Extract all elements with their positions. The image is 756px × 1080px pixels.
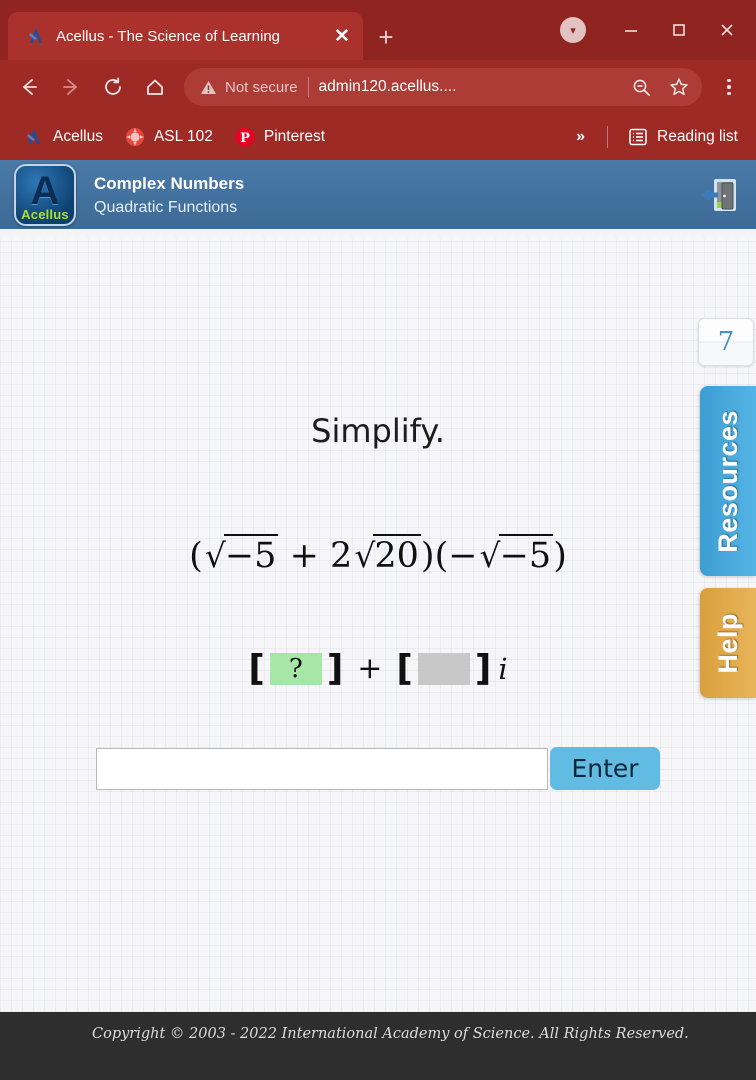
expr-sqrt-2: √20: [352, 534, 421, 576]
expr-coefficient-2: 2: [330, 536, 353, 576]
answer-input[interactable]: [96, 747, 548, 790]
bookmarks-bar: Acellus ASL 102 P Pinterest » Reading li…: [0, 114, 756, 160]
real-part-slot[interactable]: ?: [269, 652, 322, 685]
expr-sign-3: −: [448, 536, 478, 576]
radical-sign: √: [204, 536, 226, 575]
imaginary-part-slot[interactable]: [417, 652, 470, 685]
bookmark-pinterest[interactable]: P Pinterest: [225, 122, 335, 152]
expr-close-paren: ): [420, 536, 435, 576]
help-tab[interactable]: Help: [700, 588, 756, 698]
bookmark-label: ASL 102: [153, 128, 213, 145]
course-subtitle: Quadratic Functions: [94, 198, 238, 216]
expr-open-paren: (: [189, 536, 203, 576]
forward-arrow-icon[interactable]: [52, 68, 90, 106]
radicand-2: 20: [373, 534, 421, 576]
question-area: Simplify. (√−5 + 2√20)(−√−5) [ ? ] + [ ]…: [0, 412, 756, 790]
zoom-out-icon[interactable]: [626, 72, 656, 102]
question-prompt: Simplify.: [311, 412, 445, 450]
answer-plus-sign: +: [357, 651, 383, 686]
expr-close-paren-2: ): [553, 536, 567, 576]
acellus-logo-wordmark: Acellus: [21, 207, 69, 222]
tab-title: Acellus - The Science of Learning: [56, 27, 281, 45]
bookmarks-overflow-button[interactable]: »: [564, 128, 597, 146]
math-expression: (√−5 + 2√20)(−√−5): [0, 534, 756, 576]
bookmarks-divider: [607, 126, 608, 148]
reading-list-icon: [628, 127, 648, 147]
page-footer: Copyright © 2003 - 2022 International Ac…: [0, 1012, 756, 1080]
expr-open-paren-2: (: [434, 536, 449, 576]
lesson-content: Simplify. (√−5 + 2√20)(−√−5) [ ? ] + [ ]…: [0, 230, 756, 1012]
browser-menu-icon[interactable]: [712, 68, 746, 106]
not-secure-warning-icon: [200, 80, 217, 95]
omnibox-divider: [307, 77, 309, 97]
radicand-3: −5: [498, 534, 554, 576]
answer-entry-row: Enter: [0, 747, 756, 790]
address-bar[interactable]: Not secure admin120.acellus....: [184, 68, 702, 106]
problem-counter: 7: [698, 318, 754, 366]
acellus-logo-icon: [26, 26, 46, 46]
back-arrow-icon[interactable]: [10, 68, 48, 106]
browser-tab[interactable]: Acellus - The Science of Learning ✕: [8, 12, 363, 60]
url-text[interactable]: admin120.acellus....: [319, 78, 618, 96]
close-window-button[interactable]: [704, 7, 750, 53]
torn-paper-edge: [0, 229, 756, 240]
resources-tab[interactable]: Resources: [700, 386, 756, 576]
reading-list-button[interactable]: Reading list: [618, 122, 748, 152]
exit-door-icon[interactable]: [698, 174, 740, 216]
download-indicator-icon[interactable]: ▾: [560, 17, 586, 43]
acellus-page: A Acellus Complex Numbers Quadratic Func…: [0, 160, 756, 1080]
radicand-1: −5: [223, 534, 279, 576]
imaginary-unit-label: i: [498, 651, 508, 686]
bookmark-acellus[interactable]: Acellus: [14, 122, 113, 152]
right-bracket: ]: [326, 648, 344, 689]
left-bracket: [: [248, 648, 265, 689]
lesson-title: Complex Numbers: [94, 173, 245, 193]
acellus-logo-icon: [24, 127, 44, 147]
answer-template: [ ? ] + [ ] i: [0, 648, 756, 689]
enter-button[interactable]: Enter: [550, 747, 660, 790]
new-tab-button[interactable]: +: [363, 24, 409, 50]
pinterest-icon: P: [235, 127, 255, 147]
home-icon[interactable]: [136, 68, 174, 106]
expr-operator: +: [289, 536, 319, 576]
reload-icon[interactable]: [94, 68, 132, 106]
bookmark-label: Acellus: [53, 128, 103, 145]
lesson-header-text: Complex Numbers Quadratic Functions: [94, 174, 244, 217]
lesson-header: A Acellus Complex Numbers Quadratic Func…: [0, 160, 756, 230]
copyright-text: Copyright © 2003 - 2022 International Ac…: [92, 1026, 689, 1042]
reading-list-label: Reading list: [657, 128, 738, 145]
radical-sign: √: [479, 536, 501, 575]
window-controls: ▾: [560, 0, 756, 60]
minimize-button[interactable]: [608, 7, 654, 53]
browser-chrome: Acellus - The Science of Learning ✕ + ▾: [0, 0, 756, 160]
maximize-button[interactable]: [656, 7, 702, 53]
bookmark-asl-102[interactable]: ASL 102: [115, 122, 223, 152]
side-rail: 7 Resources Help: [696, 318, 756, 698]
expr-sqrt-1: √−5: [203, 534, 279, 576]
right-bracket-2: ]: [474, 648, 492, 689]
help-tab-label: Help: [712, 612, 743, 674]
bookmark-label: Pinterest: [263, 128, 326, 145]
expr-sqrt-3: √−5: [478, 534, 554, 576]
acellus-logo: A Acellus: [14, 164, 76, 226]
acellus-logo-letter: A: [30, 169, 60, 213]
close-tab-icon[interactable]: ✕: [331, 27, 353, 46]
tab-strip: Acellus - The Science of Learning ✕ + ▾: [0, 0, 756, 60]
resources-tab-label: Resources: [712, 409, 743, 553]
left-bracket-2: [: [396, 648, 413, 689]
security-status-label: Not secure: [225, 78, 298, 96]
star-icon[interactable]: [664, 72, 694, 102]
asl-circle-icon: [125, 127, 145, 147]
svg-text:P: P: [240, 131, 250, 146]
browser-toolbar: Not secure admin120.acellus....: [0, 60, 756, 114]
